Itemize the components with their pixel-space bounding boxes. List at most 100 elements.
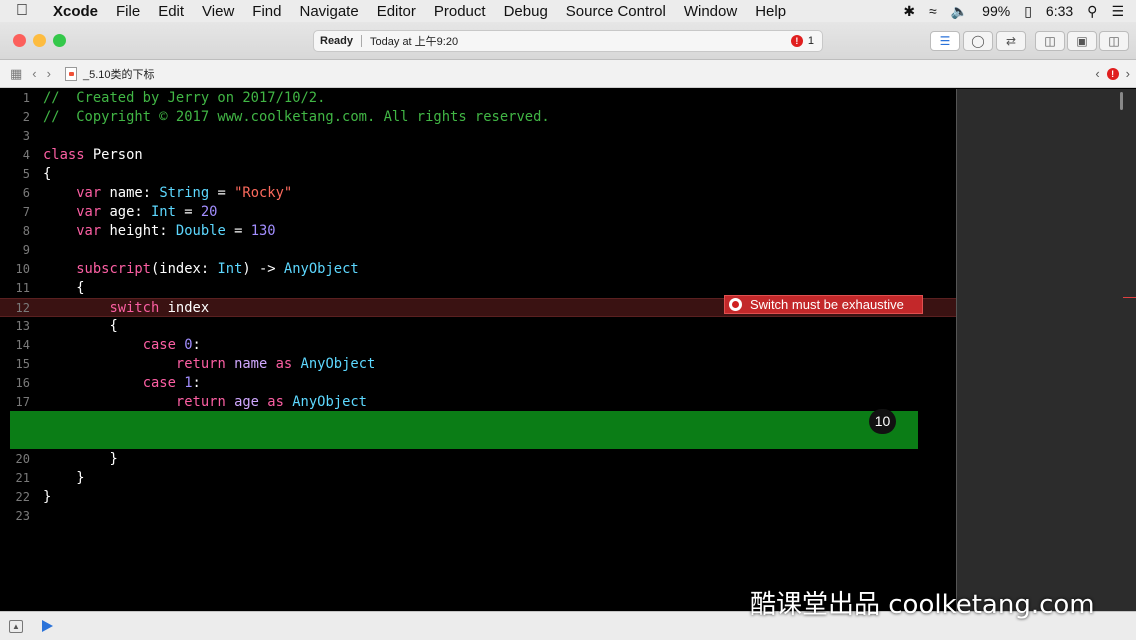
result-count-bubble[interactable]: 10 [869,409,896,434]
code-line[interactable]: 2 // Copyright © 2017 www.coolketang.com.… [0,108,956,127]
code-text[interactable]: } [43,450,117,469]
zoom-window-button[interactable] [53,34,66,47]
code-line[interactable]: 22} [0,488,956,507]
wifi-icon[interactable]: ≈ [929,3,937,19]
line-number[interactable]: 14 [0,336,30,355]
code-line[interactable]: 4 class Person [0,146,956,165]
code-text[interactable]: // Copyright © 2017 www.coolketang.com. … [43,108,550,127]
navigator-toggle-button[interactable]: ◫ [1035,31,1065,51]
code-text[interactable]: { [43,317,117,336]
line-number[interactable]: 17 [0,393,30,412]
line-number[interactable]: 12 [0,299,30,318]
line-number[interactable]: 15 [0,355,30,374]
line-number[interactable]: 6 [0,184,30,203]
code-line[interactable]: 15 return name as AnyObject [0,355,956,374]
line-number[interactable]: 23 [0,507,30,526]
menu-window[interactable]: Window [675,3,746,20]
vertical-scrollbar[interactable] [1120,92,1123,110]
back-chevron-icon[interactable]: ‹ [32,66,36,81]
close-window-button[interactable] [13,34,26,47]
code-text[interactable]: var name: String = "Rocky" [43,184,292,203]
line-number[interactable]: 21 [0,469,30,488]
jump-bar-file[interactable]: _5.10类的下标 [64,66,155,82]
issue-indicator[interactable]: ! 1 [790,35,814,47]
menu-help[interactable]: Help [746,3,795,20]
code-text[interactable]: class Person [43,146,143,165]
code-text[interactable]: case 1: [43,374,201,393]
code-line[interactable]: 7 var age: Int = 20 [0,203,956,222]
code-line[interactable]: 9 [0,241,956,260]
code-line[interactable]: 10 subscript(index: Int) -> AnyObject [0,260,956,279]
issue-error-icon[interactable]: ! [1106,67,1119,80]
code-line[interactable]: 14 case 0: [0,336,956,355]
notification-center-icon[interactable]: ☰ [1111,3,1124,20]
menu-edit[interactable]: Edit [149,3,193,20]
previous-issue-icon[interactable]: ‹ [1095,66,1099,81]
code-line[interactable]: 20 } [0,450,956,469]
menu-navigate[interactable]: Navigate [290,3,367,20]
line-number[interactable]: 22 [0,488,30,507]
inline-error-badge[interactable]: Switch must be exhaustive [724,295,923,314]
related-items-icon[interactable]: ▦ [10,66,22,82]
menu-file[interactable]: File [107,3,149,20]
run-playground-icon[interactable] [42,620,53,632]
minimize-window-button[interactable] [33,34,46,47]
code-text[interactable]: var age: Int = 20 [43,203,217,222]
line-number[interactable]: 10 [0,260,30,279]
code-text[interactable]: return name as AnyObject [43,355,375,374]
standard-editor-button[interactable]: ☰ [930,31,960,51]
code-text[interactable]: return age as AnyObject [43,393,367,412]
code-line[interactable]: 5{ [0,165,956,184]
line-number[interactable]: 3 [0,127,30,146]
code-line[interactable]: 6 var name: String = "Rocky" [0,184,956,203]
code-line[interactable]: 16 case 1: [0,374,956,393]
battery-icon[interactable]: ▯ [1024,3,1032,20]
code-text[interactable]: } [43,488,51,507]
code-line[interactable]: 8 var height: Double = 130 [0,222,956,241]
clock[interactable]: 6:33 [1046,3,1073,19]
next-issue-icon[interactable]: › [1126,66,1130,81]
code-text[interactable]: case 0: [43,336,201,355]
code-text[interactable]: } [43,469,84,488]
code-line[interactable]: 21 } [0,469,956,488]
assistant-editor-button[interactable]: ◯ [963,31,993,51]
code-line[interactable]: 3 [0,127,956,146]
line-number[interactable]: 9 [0,241,30,260]
hide-debug-area-icon[interactable]: ▲ [9,620,23,633]
line-number[interactable]: 11 [0,279,30,298]
menu-find[interactable]: Find [243,3,290,20]
utilities-toggle-button[interactable]: ◫ [1099,31,1129,51]
code-line[interactable]: 17 return age as AnyObject [0,393,956,412]
line-number[interactable]: 1 [0,89,30,108]
forward-chevron-icon[interactable]: › [47,66,51,81]
line-number[interactable]: 5 [0,165,30,184]
line-number[interactable]: 4 [0,146,30,165]
line-number[interactable]: 20 [0,450,30,469]
menu-product[interactable]: Product [425,3,495,20]
code-text[interactable]: subscript(index: Int) -> AnyObject [43,260,358,279]
code-text[interactable]: var height: Double = 130 [43,222,275,241]
code-text[interactable]: { [43,279,84,298]
menu-debug[interactable]: Debug [495,3,557,20]
code-text[interactable]: { [43,165,51,184]
source-editor[interactable]: 1 // Created by Jerry on 2017/10/2. 2 // Co… [0,89,956,611]
line-number[interactable]: 7 [0,203,30,222]
code-line[interactable]: 23 [0,507,956,526]
apple-icon[interactable]:  [0,2,44,20]
menu-editor[interactable]: Editor [368,3,425,20]
line-number[interactable]: 16 [0,374,30,393]
code-line[interactable]: 1 // Created by Jerry on 2017/10/2. [0,89,956,108]
battery-percent[interactable]: 99% [982,3,1010,19]
spotlight-search-icon[interactable]: ⚲ [1087,3,1097,20]
menu-app-name[interactable]: Xcode [44,3,107,20]
results-sidebar[interactable] [956,89,1136,611]
line-number[interactable]: 2 [0,108,30,127]
line-number[interactable]: 13 [0,317,30,336]
bluetooth-icon[interactable]: ✱ [903,3,915,20]
volume-icon[interactable]: 🔈 [951,3,968,20]
code-line[interactable]: 13 { [0,317,956,336]
code-text[interactable]: switch index [43,299,209,318]
debug-area-toggle-button[interactable]: ▣ [1067,31,1097,51]
version-editor-button[interactable]: ⇄ [996,31,1026,51]
line-number[interactable]: 8 [0,222,30,241]
